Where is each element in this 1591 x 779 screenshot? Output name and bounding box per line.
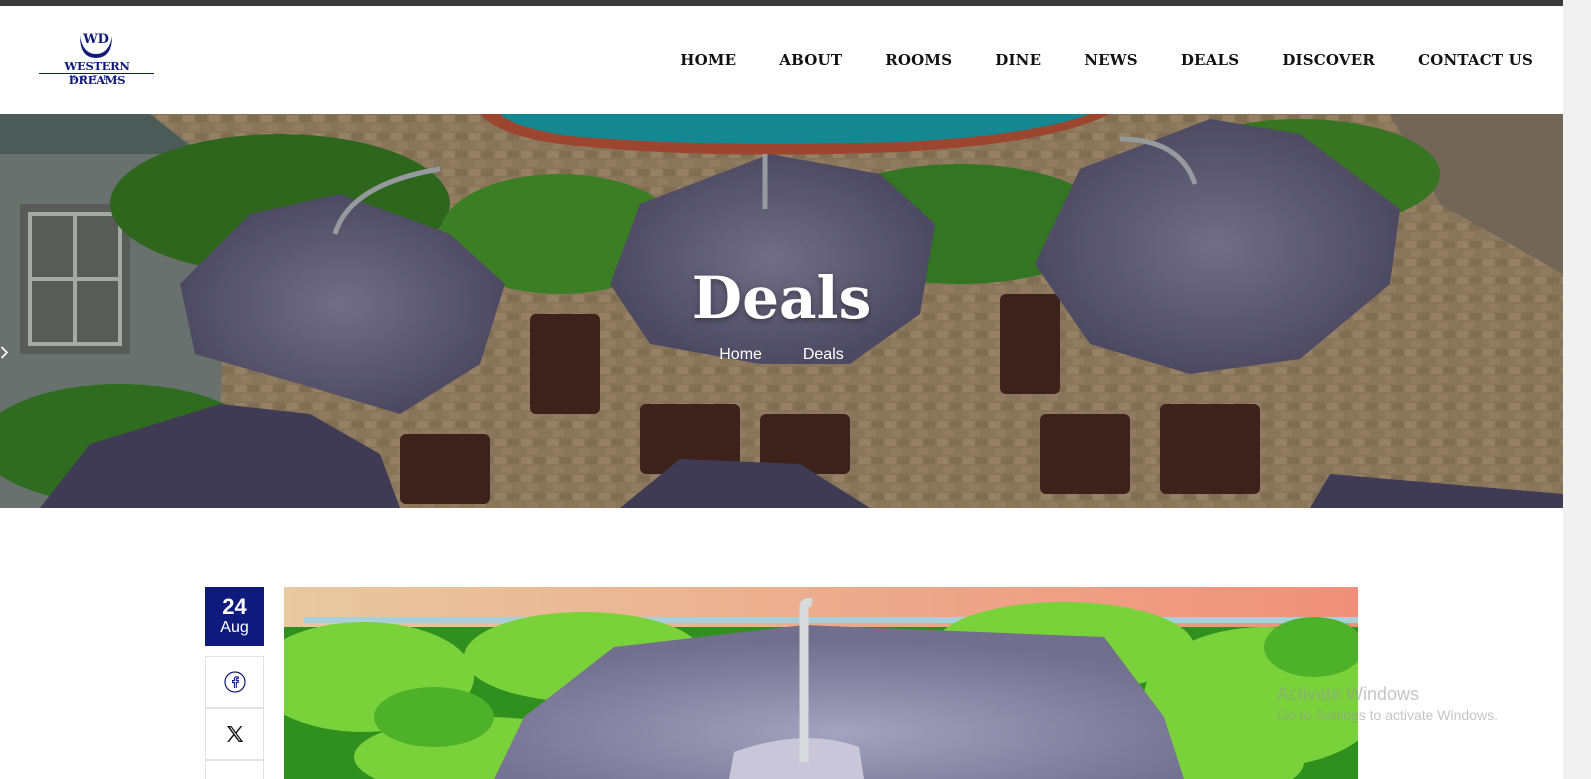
- nav-contact-us[interactable]: CONTACT US: [1418, 51, 1533, 69]
- breadcrumb-home-link[interactable]: Home: [719, 346, 762, 364]
- facebook-icon: [223, 671, 246, 693]
- umbrella-photo: [284, 587, 1358, 779]
- breadcrumb: Home Deals: [0, 346, 1563, 364]
- nav-discover[interactable]: DISCOVER: [1282, 51, 1375, 69]
- post-date-day: 24: [222, 594, 247, 619]
- post-featured-image[interactable]: [284, 587, 1358, 779]
- main-nav: HOME ABOUT ROOMS DINE NEWS DEALS DISCOVE…: [680, 51, 1533, 69]
- post-date-month: Aug: [220, 619, 249, 636]
- nav-home[interactable]: HOME: [680, 51, 736, 69]
- post-date-badge: 24 Aug: [205, 587, 264, 646]
- share-x-button[interactable]: [205, 708, 264, 760]
- nav-news[interactable]: NEWS: [1084, 51, 1138, 69]
- breadcrumb-current: Deals: [802, 346, 844, 363]
- brand-subtitle: HOTEL: [69, 74, 125, 82]
- scrollbar-track[interactable]: [1563, 0, 1591, 779]
- nav-dine[interactable]: DINE: [995, 51, 1041, 69]
- hero-banner: Deals Home Deals: [0, 114, 1563, 508]
- windows-activation-watermark: Activate Windows Go to Settings to activ…: [1277, 684, 1498, 723]
- x-icon: [226, 726, 243, 742]
- nav-deals[interactable]: DEALS: [1181, 51, 1239, 69]
- hotel-logo[interactable]: WD WESTERN DREAMS HOTEL: [38, 26, 156, 88]
- page-title: Deals: [691, 264, 872, 332]
- logo-emblem-icon: WD: [80, 32, 112, 58]
- nav-about[interactable]: ABOUT: [779, 51, 842, 69]
- watermark-line-1: Activate Windows: [1277, 684, 1420, 704]
- site-header: WD WESTERN DREAMS HOTEL HOME ABOUT ROOMS…: [0, 6, 1563, 114]
- logo-initials: WD: [82, 32, 109, 47]
- watermark-line-2: Go to Settings to activate Windows.: [1277, 707, 1498, 723]
- share-more-button[interactable]: [205, 760, 264, 779]
- nav-rooms[interactable]: ROOMS: [885, 51, 952, 69]
- share-facebook-button[interactable]: [205, 656, 264, 708]
